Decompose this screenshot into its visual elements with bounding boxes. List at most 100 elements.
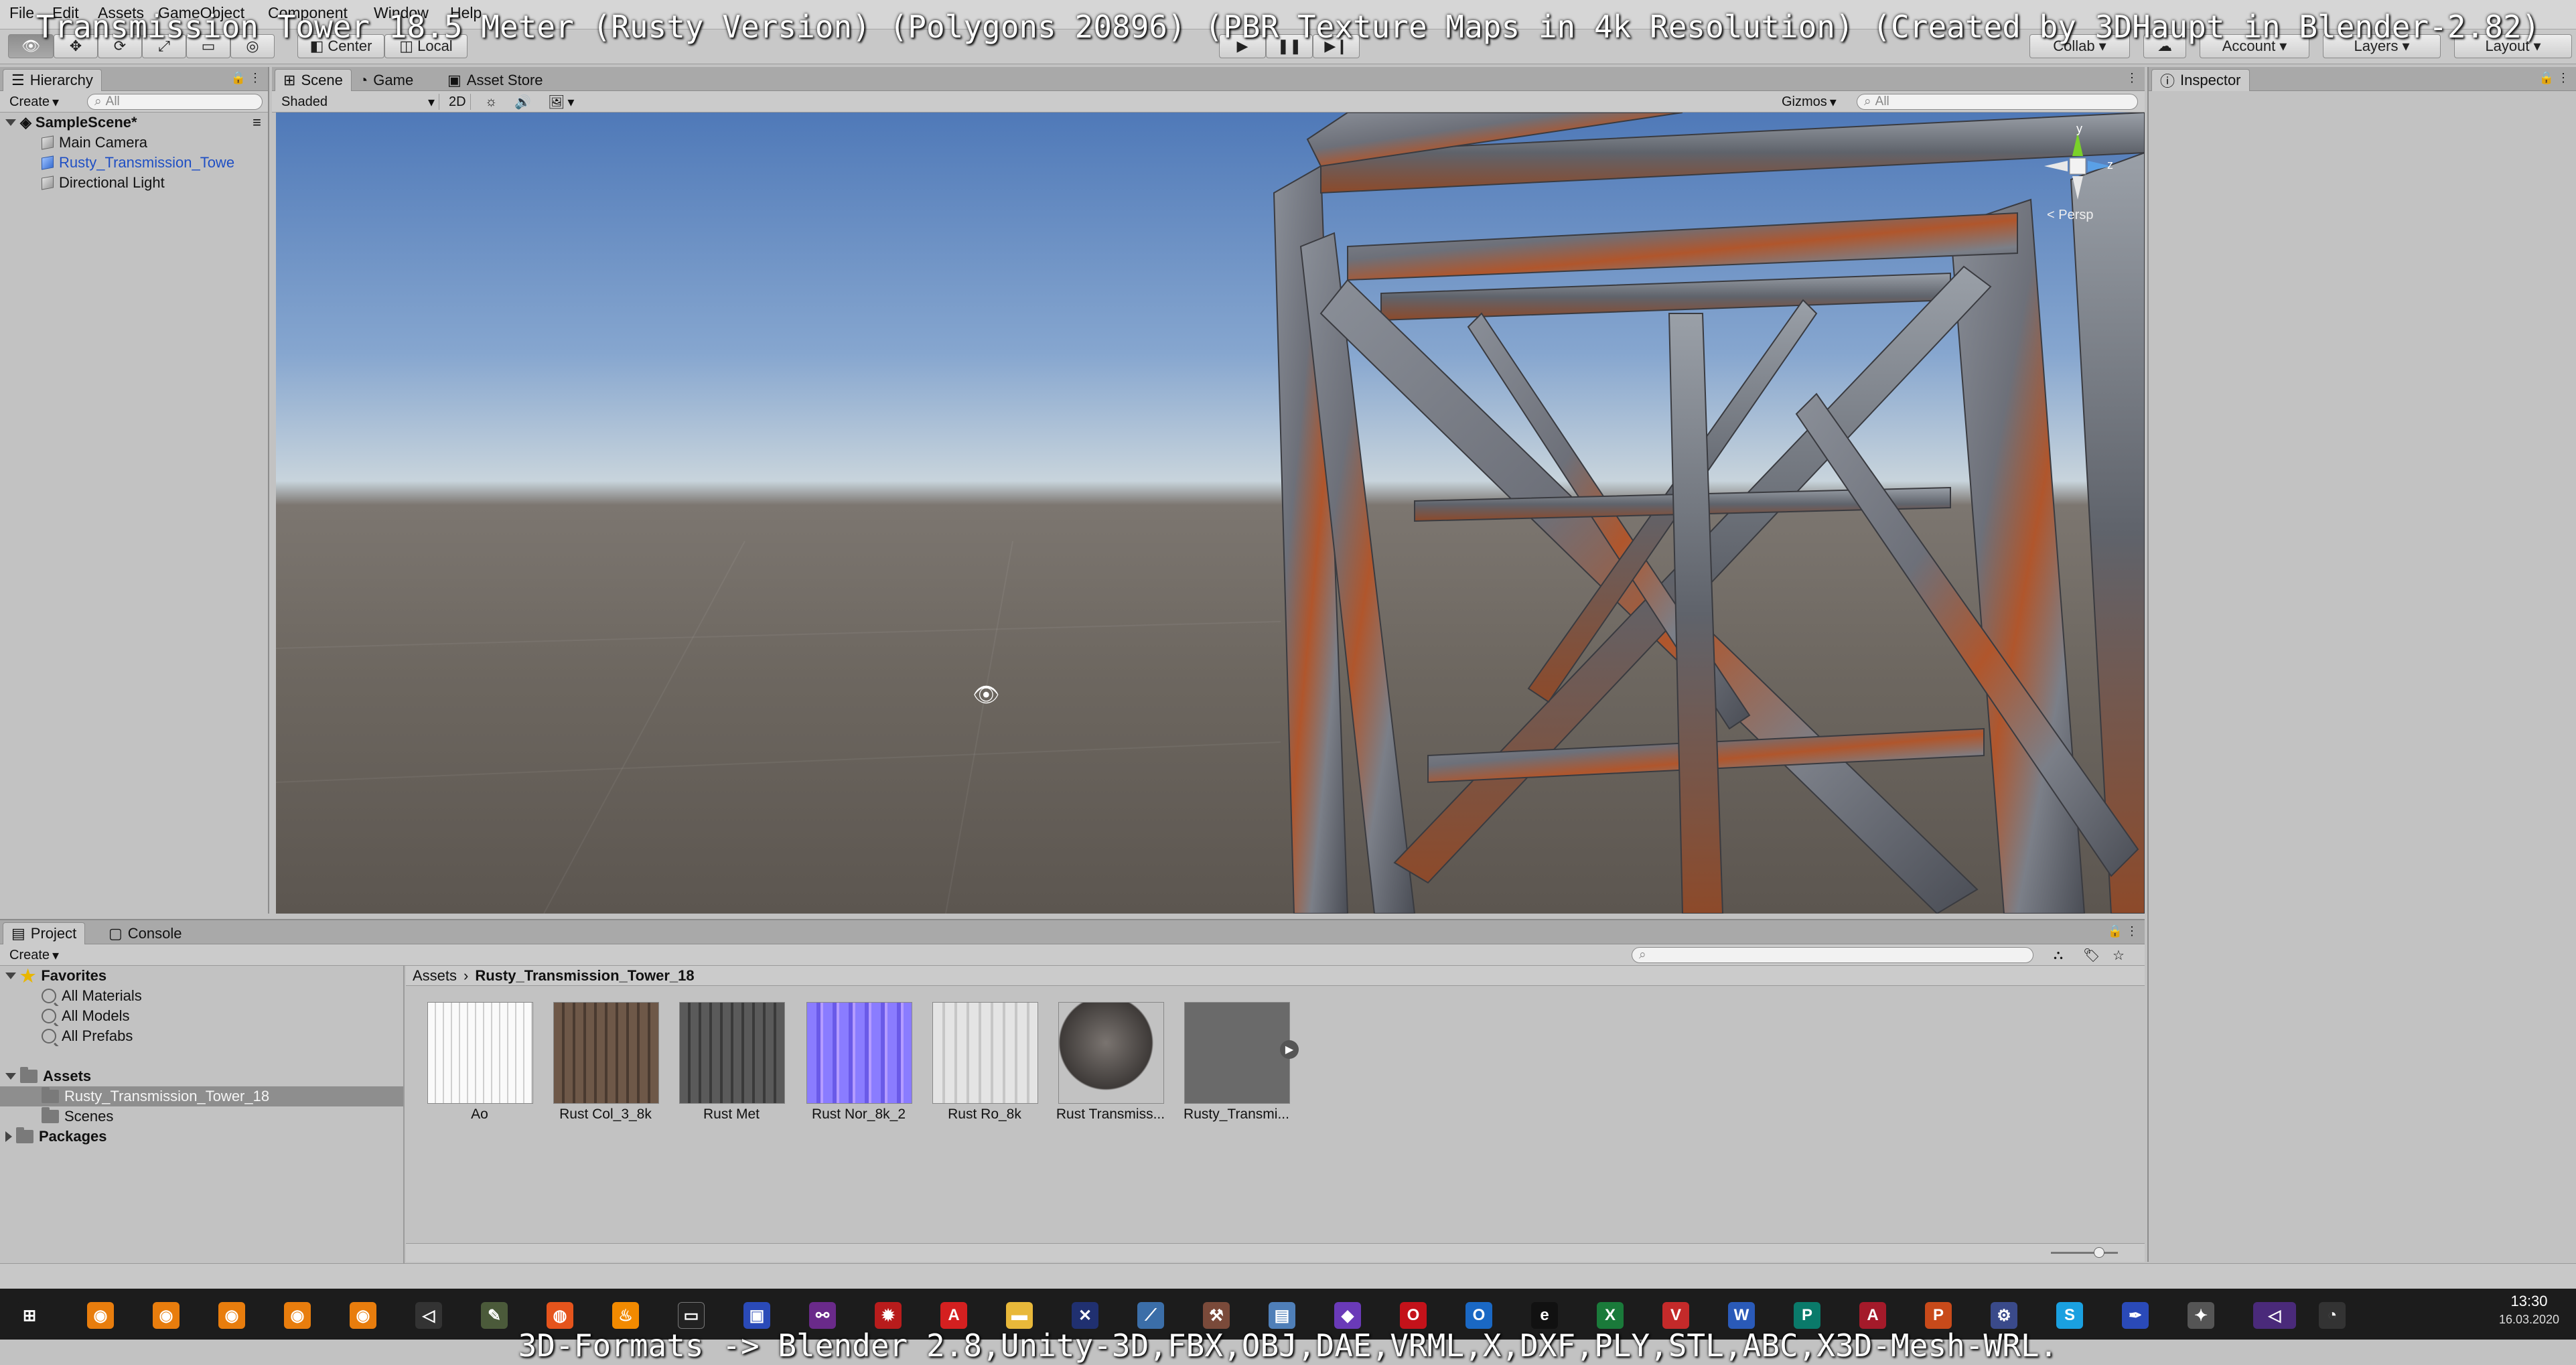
bug-taskbar-icon[interactable]: ✹ <box>875 1302 902 1329</box>
pdf-taskbar-icon[interactable]: A <box>940 1302 967 1329</box>
vivaldi-taskbar-icon[interactable]: V <box>1662 1302 1689 1329</box>
obs-taskbar-icon[interactable]: ◔ <box>2319 1302 2346 1329</box>
publisher-taskbar-icon[interactable]: P <box>1794 1302 1820 1329</box>
pin-taskbar-icon[interactable]: ◆ <box>1334 1302 1361 1329</box>
expand-model-arrow-icon[interactable]: ▶ <box>1280 1040 1299 1059</box>
scene-search-input[interactable]: ⌕ All <box>1857 94 2138 110</box>
tab-scene[interactable]: ⊞ Scene <box>275 69 352 91</box>
tab-asset-store[interactable]: ▣ Asset Store <box>439 69 551 91</box>
lighting-toggle[interactable]: ☼ <box>481 94 501 110</box>
chart-taskbar-icon[interactable]: ⟋ <box>1137 1302 1164 1329</box>
hierarchy-search-input[interactable]: ⌕ All <box>87 94 263 110</box>
asset-folder-tower[interactable]: Rusty_Transmission_Tower_18 <box>0 1086 403 1106</box>
terminal-taskbar-icon[interactable]: ▭ <box>678 1302 705 1329</box>
scene-viewport[interactable]: y z < Persp 👁 <box>276 113 2145 914</box>
windows-start-icon[interactable]: ⊞ <box>16 1302 43 1329</box>
create-dropdown[interactable]: Create ▾ <box>5 94 63 110</box>
asset-thumb-model[interactable]: ▶ <box>1184 1002 1299 1104</box>
favorite-all-materials[interactable]: All Materials <box>0 986 403 1006</box>
flame-app-taskbar-icon[interactable]: ♨ <box>612 1302 639 1329</box>
panel-menu-icon[interactable]: 🔒 ⋮ <box>2108 924 2138 938</box>
effects-dropdown[interactable]: 🖼 ▾ <box>544 94 578 110</box>
breadcrumb-current[interactable]: Rusty_Transmission_Tower_18 <box>475 967 694 985</box>
asset-label-ao: Ao <box>471 1106 488 1122</box>
tab-inspector[interactable]: ⓘ Inspector <box>2151 69 2250 91</box>
unity-active-taskbar-icon[interactable]: ◁ <box>2253 1302 2296 1329</box>
outlook-taskbar-icon[interactable]: O <box>1465 1302 1492 1329</box>
opera-taskbar-icon[interactable]: O <box>1400 1302 1427 1329</box>
asset-thumb-rust-nor[interactable] <box>806 1002 912 1104</box>
blender-taskbar-icon[interactable]: ◉ <box>153 1302 180 1329</box>
zoom-slider-handle[interactable] <box>2094 1247 2104 1258</box>
blender-taskbar-icon[interactable]: ◉ <box>87 1302 114 1329</box>
asset-thumb-rust-met[interactable] <box>679 1002 785 1104</box>
app-taskbar-icon[interactable]: ✦ <box>2188 1302 2214 1329</box>
favorite-button[interactable]: ☆ <box>2108 947 2129 963</box>
tab-hierarchy[interactable]: ☰ Hierarchy <box>3 69 102 91</box>
asset-thumb-rust-material[interactable] <box>1058 1002 1164 1104</box>
tool-taskbar-icon[interactable]: ⚒ <box>1203 1302 1230 1329</box>
project-search-input[interactable]: ⌕ <box>1632 947 2033 963</box>
word-taskbar-icon[interactable]: W <box>1728 1302 1755 1329</box>
edge-taskbar-icon[interactable]: e <box>1531 1302 1558 1329</box>
scene-root-row[interactable]: ◈ SampleScene* ≡ <box>0 113 268 133</box>
pen-taskbar-icon[interactable]: ✒ <box>2122 1302 2149 1329</box>
blender-taskbar-icon[interactable]: ◉ <box>284 1302 311 1329</box>
panel-menu-icon[interactable]: 🔒 ⋮ <box>231 71 261 85</box>
unity-taskbar-icon[interactable]: ◁ <box>415 1302 442 1329</box>
panel-menu-icon[interactable]: ⋮ <box>2126 71 2138 85</box>
tab-project[interactable]: ▤ Project <box>3 922 86 944</box>
hierarchy-item-directional-light[interactable]: Directional Light <box>0 173 268 193</box>
expand-triangle-icon[interactable] <box>5 119 16 126</box>
project-create-dropdown[interactable]: Create ▾ <box>5 947 63 963</box>
document-taskbar-icon[interactable]: ▤ <box>1269 1302 1295 1329</box>
gimp-taskbar-icon[interactable]: ✎ <box>481 1302 508 1329</box>
folder-taskbar-icon[interactable]: ▬ <box>1006 1302 1033 1329</box>
save-taskbar-icon[interactable]: ▣ <box>743 1302 770 1329</box>
zoom-slider-track[interactable] <box>2051 1252 2118 1254</box>
blender-taskbar-icon[interactable]: ◉ <box>350 1302 376 1329</box>
favorites-row[interactable]: ★ Favorites <box>0 966 403 986</box>
filter-type-button[interactable]: ⛬ <box>2050 947 2067 963</box>
scene-tabbar: ⊞ Scene ◔ Game ▣ Asset Store ⋮ <box>272 67 2145 91</box>
inspector-tabbar: ⓘ Inspector 🔒 ⋮ <box>2149 67 2576 91</box>
network-taskbar-icon[interactable]: ⚯ <box>809 1302 836 1329</box>
blender-taskbar-icon[interactable]: ◉ <box>218 1302 245 1329</box>
assets-root-row[interactable]: Assets <box>0 1066 403 1086</box>
panel-menu-icon[interactable]: 🔒 ⋮ <box>2539 71 2569 85</box>
favorite-all-prefabs[interactable]: All Prefabs <box>0 1026 403 1046</box>
expand-triangle-icon[interactable] <box>5 973 16 979</box>
filter-label-button[interactable]: 🏷 <box>2079 947 2104 963</box>
asset-folder-scenes[interactable]: Scenes <box>0 1106 403 1127</box>
powerpoint-taskbar-icon[interactable]: P <box>1925 1302 1952 1329</box>
settings-taskbar-icon[interactable]: ⚙ <box>1991 1302 2017 1329</box>
firefox-taskbar-icon[interactable]: ◍ <box>547 1302 573 1329</box>
scene-orientation-gizmo[interactable]: y z < Persp <box>2037 122 2118 226</box>
hierarchy-item-main-camera[interactable]: Main Camera <box>0 133 268 153</box>
audio-toggle[interactable]: 🔊 <box>510 94 535 110</box>
hierarchy-item-tower[interactable]: Rusty_Transmission_Towe <box>0 153 268 173</box>
skype-taskbar-icon[interactable]: S <box>2056 1302 2083 1329</box>
asset-thumb-ao[interactable] <box>427 1002 533 1104</box>
inspector-panel: ⓘ Inspector 🔒 ⋮ <box>2147 67 2576 1262</box>
tab-console[interactable]: ▢ Console <box>100 922 190 944</box>
packages-row[interactable]: Packages <box>0 1127 403 1147</box>
asset-thumb-rust-ro[interactable] <box>932 1002 1038 1104</box>
breadcrumb-root[interactable]: Assets <box>413 967 457 985</box>
excel-taskbar-icon[interactable]: X <box>1597 1302 1624 1329</box>
asset-thumb-rust-col[interactable] <box>553 1002 659 1104</box>
scene-menu-icon[interactable]: ≡ <box>253 114 261 131</box>
collapsed-triangle-icon[interactable] <box>5 1131 12 1142</box>
taskbar-clock-time[interactable]: 13:30 <box>2489 1293 2569 1310</box>
gizmos-dropdown[interactable]: Gizmos ▾ <box>1778 94 1841 110</box>
2d-toggle[interactable]: 2D <box>445 94 471 110</box>
access-taskbar-icon[interactable]: A <box>1859 1302 1886 1329</box>
xnview-taskbar-icon[interactable]: ✕ <box>1072 1302 1098 1329</box>
tab-game[interactable]: ◔ Game <box>351 69 421 91</box>
persp-label[interactable]: < Persp <box>2047 208 2093 223</box>
favorite-all-models[interactable]: All Models <box>0 1006 403 1026</box>
grid-icon: ⊞ <box>283 72 296 88</box>
taskbar-clock-date[interactable]: 16.03.2020 <box>2489 1313 2569 1327</box>
shading-mode-dropdown[interactable]: Shaded ▾ <box>277 94 439 110</box>
expand-triangle-icon[interactable] <box>5 1073 16 1080</box>
